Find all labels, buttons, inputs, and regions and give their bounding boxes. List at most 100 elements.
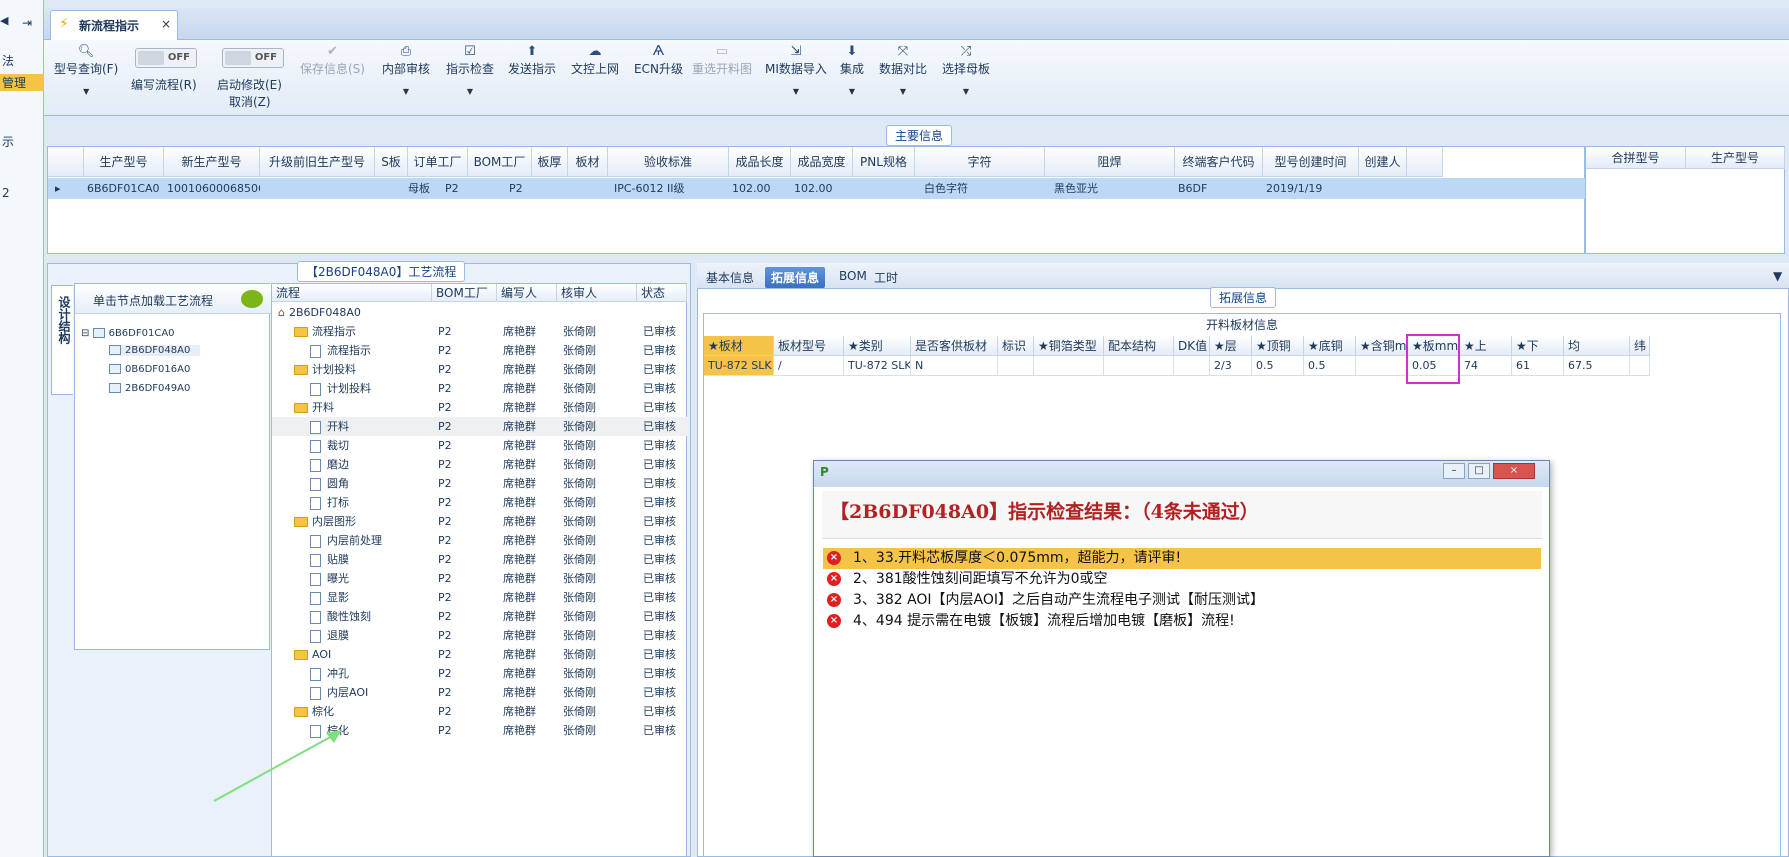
table-cell[interactable] xyxy=(853,178,915,199)
table-cell[interactable] xyxy=(568,178,608,199)
table-cell[interactable] xyxy=(998,356,1034,376)
flow-node[interactable]: 开料 xyxy=(294,398,334,417)
doc-upload-button[interactable]: ☁ 文控上网 xyxy=(571,44,619,77)
table-row[interactable]: AOI P2 席艳群 张倚刚 已审核 xyxy=(272,645,688,664)
flow-node[interactable]: 棕化 xyxy=(294,702,334,721)
tree-node[interactable]: 0B6DF016A0 xyxy=(109,364,190,375)
table-cell[interactable]: 67.5 xyxy=(1564,356,1630,376)
table-cell[interactable] xyxy=(532,178,568,199)
nav-item-4[interactable]: 2 xyxy=(2,186,10,200)
table-cell[interactable] xyxy=(260,178,375,199)
table-row[interactable]: 贴膜 P2 席艳群 张倚刚 已审核 xyxy=(272,550,688,569)
select-mother-board-button[interactable]: ⤮ 选择母板 ▼ xyxy=(942,44,990,96)
flow-column-header[interactable]: 编写人 xyxy=(497,284,557,302)
flow-node[interactable]: 打标 xyxy=(310,493,349,512)
table-row[interactable]: 计划投料 P2 席艳群 张倚刚 已审核 xyxy=(272,360,688,379)
table-cell[interactable]: B6DF xyxy=(1175,178,1263,199)
table-row[interactable]: 裁切 P2 席艳群 张倚刚 已审核 xyxy=(272,436,688,455)
grid-header[interactable]: 升级前旧生产型号 xyxy=(260,147,375,177)
table-cell[interactable]: 母板 xyxy=(405,178,438,199)
nav-item-2[interactable]: 管理 xyxy=(0,74,44,91)
flow-node[interactable]: 流程指示 xyxy=(310,341,371,360)
table-cell[interactable]: P2 xyxy=(442,178,502,199)
table-row[interactable]: 内层AOI P2 席艳群 张倚刚 已审核 xyxy=(272,683,688,702)
flow-column-header[interactable]: 状态 xyxy=(637,284,687,302)
ext-column-header[interactable]: ★含铜mm xyxy=(1356,336,1408,356)
grid-header[interactable]: 板厚 xyxy=(532,147,568,177)
table-cell[interactable]: 102.00 xyxy=(729,178,791,199)
flow-node[interactable]: 冲孔 xyxy=(310,664,349,683)
table-cell[interactable]: TU-872 SLK xyxy=(844,356,911,376)
flow-column-header[interactable]: BOM工厂 xyxy=(432,284,497,302)
flow-node[interactable]: 流程指示 xyxy=(294,322,356,341)
flow-node[interactable]: 开料 xyxy=(310,417,349,436)
table-row[interactable]: 开料 P2 席艳群 张倚刚 已审核 xyxy=(272,398,688,417)
ext-column-header[interactable]: ★底铜 xyxy=(1304,336,1356,356)
flow-node[interactable]: 计划投料 xyxy=(310,379,371,398)
save-info-button[interactable]: ✔ 保存信息(S) xyxy=(300,44,365,77)
grid-header[interactable]: 型号创建时间 xyxy=(1263,147,1359,177)
table-row[interactable]: 退膜 P2 席艳群 张倚刚 已审核 xyxy=(272,626,688,645)
nav-item-3[interactable]: 示 xyxy=(2,133,14,150)
close-tab-icon[interactable]: × xyxy=(161,17,171,31)
flow-column-header[interactable]: 核审人 xyxy=(557,284,637,302)
table-cell[interactable]: 白色字符 xyxy=(921,178,1045,199)
back-arrow-icon[interactable]: ◀ xyxy=(0,14,8,27)
table-cell[interactable]: 10010600068506 xyxy=(164,178,260,199)
ext-column-header[interactable]: ★层 xyxy=(1210,336,1252,356)
ext-column-header[interactable]: 纬 xyxy=(1630,336,1650,356)
flow-node[interactable]: 显影 xyxy=(310,588,349,607)
ext-column-header[interactable]: ★铜箔类型 xyxy=(1034,336,1104,356)
list-item[interactable]: × 1、33.开料芯板厚度＜0.075mm，超能力，请评审! xyxy=(823,548,1541,569)
table-row[interactable]: 酸性蚀刻 P2 席艳群 张倚刚 已审核 xyxy=(272,607,688,626)
table-cell[interactable]: 102.00 xyxy=(791,178,853,199)
table-cell[interactable] xyxy=(1359,178,1407,199)
table-cell[interactable]: TU-872 SLK xyxy=(704,356,774,376)
tree-node-root[interactable]: ⊟ 6B6DF01CA0 xyxy=(81,328,175,339)
model-query-button[interactable]: 🔍︎ 型号查询(F) ▼ xyxy=(54,44,118,96)
flow-node[interactable]: 退膜 xyxy=(310,626,349,645)
table-cell[interactable]: 74 xyxy=(1460,356,1512,376)
flow-node[interactable]: AOI xyxy=(294,645,331,664)
flow-node[interactable]: 圆角 xyxy=(310,474,349,493)
table-cell[interactable] xyxy=(1174,356,1210,376)
close-icon[interactable]: × xyxy=(1493,463,1535,479)
grid-header[interactable]: BOM工厂 xyxy=(468,147,532,177)
tab-basic-info[interactable]: 基本信息 xyxy=(700,267,760,288)
table-cell[interactable] xyxy=(1630,356,1650,376)
ext-column-header[interactable]: ★顶铜 xyxy=(1252,336,1304,356)
ext-column-header[interactable]: 是否客供板材 xyxy=(911,336,998,356)
list-item[interactable]: × 4、494 提示需在电镀【板镀】流程后增加电镀【磨板】流程! xyxy=(823,611,1541,632)
ext-column-header[interactable]: DK值 xyxy=(1174,336,1210,356)
collapse-panel-icon[interactable]: ⇥ xyxy=(22,16,32,30)
table-cell[interactable]: 2019/1/19 xyxy=(1263,178,1359,199)
grid-header[interactable]: 验收标准 xyxy=(608,147,729,177)
table-row[interactable]: 计划投料 P2 席艳群 张倚刚 已审核 xyxy=(272,379,688,398)
internal-review-button[interactable]: ⎙ 内部审核 ▼ xyxy=(382,44,430,96)
grid-header[interactable]: 阻焊 xyxy=(1045,147,1175,177)
table-row[interactable]: 显影 P2 席艳群 张倚刚 已审核 xyxy=(272,588,688,607)
ext-column-header[interactable]: ★下 xyxy=(1512,336,1564,356)
send-instruction-button[interactable]: ⬆ 发送指示 xyxy=(508,44,556,77)
flow-column-header[interactable]: 流程 xyxy=(272,284,432,302)
table-cell[interactable] xyxy=(1034,356,1104,376)
cancel-label[interactable]: 取消(Z) xyxy=(229,93,271,110)
table-row[interactable]: ▸ 6B6DF01CA0 10010600068506 母板 P2 P2 IPC… xyxy=(48,178,1586,199)
table-cell[interactable]: 6B6DF01CA0 xyxy=(84,178,164,199)
grid-header[interactable]: 字符 xyxy=(915,147,1045,177)
minimize-icon[interactable]: – xyxy=(1443,463,1465,479)
flow-node[interactable]: 裁切 xyxy=(310,436,349,455)
flow-node[interactable]: 酸性蚀刻 xyxy=(310,607,371,626)
grid-header[interactable]: 生产型号 xyxy=(1686,147,1785,169)
table-row[interactable]: 打标 P2 席艳群 张倚刚 已审核 xyxy=(272,493,688,512)
integrate-button[interactable]: ⬇ 集成 ▼ xyxy=(840,44,864,96)
flow-node[interactable]: 贴膜 xyxy=(310,550,349,569)
table-cell[interactable]: IPC-6012 II级 xyxy=(611,178,729,199)
design-structure-tab[interactable]: 设计结构 xyxy=(51,285,73,395)
ext-column-header[interactable]: 均 xyxy=(1564,336,1630,356)
edit-flow-toggle[interactable]: OFF xyxy=(135,48,197,68)
ext-column-header[interactable]: ★类别 xyxy=(844,336,911,356)
data-compare-button[interactable]: ⤧ 数据对比 ▼ xyxy=(879,44,927,96)
table-cell[interactable] xyxy=(1356,356,1408,376)
grid-header[interactable]: 成品长度 xyxy=(729,147,791,177)
